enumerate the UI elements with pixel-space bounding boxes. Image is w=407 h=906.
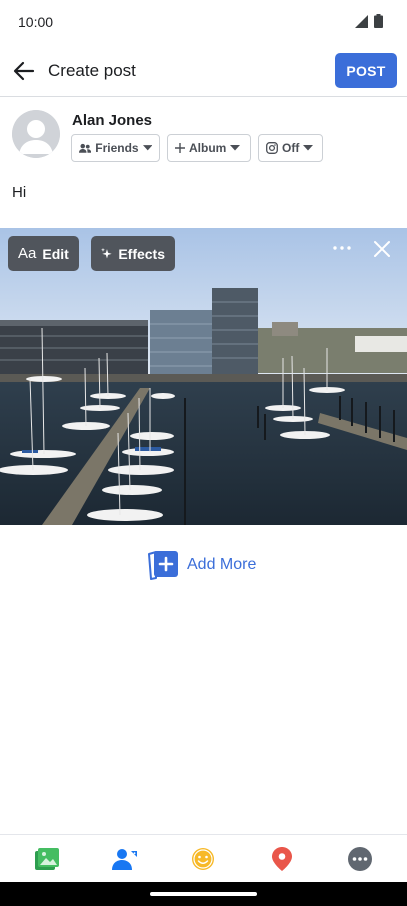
instagram-icon	[266, 142, 278, 154]
feeling-button[interactable]	[190, 846, 216, 872]
instagram-label: Off	[282, 141, 300, 155]
caret-down-icon	[142, 145, 152, 151]
add-media-icon	[148, 551, 178, 580]
page-title: Create post	[48, 61, 136, 80]
harbor-photo	[0, 228, 407, 525]
status-bar: 10:00	[0, 0, 407, 44]
more-options-icon[interactable]	[333, 246, 351, 250]
album-selector[interactable]: Album	[167, 134, 251, 162]
plus-icon	[175, 143, 185, 153]
home-gesture-handle[interactable]	[150, 892, 257, 896]
edit-label: Edit	[42, 245, 69, 262]
composer-action-bar	[0, 834, 407, 882]
status-time: 10:00	[18, 14, 54, 30]
audience-label: Friends	[95, 141, 139, 155]
instagram-share-toggle[interactable]: Off	[258, 134, 323, 162]
post-button[interactable]: POST	[335, 53, 397, 88]
battery-icon	[374, 14, 383, 28]
text-style-icon: Aa	[18, 245, 37, 262]
caret-down-icon	[230, 145, 241, 151]
photo-icon	[35, 848, 59, 870]
avatar[interactable]	[12, 110, 60, 158]
signal-icon	[355, 14, 368, 28]
album-label: Album	[189, 141, 227, 155]
check-in-button[interactable]	[269, 846, 295, 872]
caret-down-icon	[303, 145, 314, 151]
friends-icon	[79, 143, 92, 153]
author-name: Alan Jones	[72, 112, 153, 129]
feeling-icon	[192, 848, 214, 870]
remove-photo-icon[interactable]	[373, 240, 391, 258]
attached-photo[interactable]: Aa Edit Effects	[0, 228, 407, 525]
add-more-label: Add More	[187, 556, 257, 573]
add-more-button[interactable]: Add More	[146, 549, 256, 581]
audience-chips: Friends Album Off	[71, 134, 323, 162]
default-avatar-icon	[12, 110, 60, 158]
tag-people-icon	[112, 849, 137, 870]
post-text[interactable]: Hi	[12, 184, 26, 201]
effects-button[interactable]: Effects	[91, 236, 175, 271]
effects-label: Effects	[118, 245, 165, 262]
app-bar: Create post POST	[0, 44, 407, 97]
status-icons	[355, 14, 383, 28]
back-button[interactable]	[10, 57, 38, 85]
location-icon	[272, 847, 292, 871]
edit-photo-button[interactable]: Aa Edit	[8, 236, 79, 271]
tag-people-button[interactable]	[112, 846, 138, 872]
more-icon	[348, 847, 372, 871]
add-photo-button[interactable]	[34, 846, 60, 872]
author-row: Alan Jones Friends Album Off	[0, 97, 407, 169]
more-actions-button[interactable]	[347, 846, 373, 872]
system-nav-bar	[0, 882, 407, 906]
audience-selector[interactable]: Friends	[71, 134, 160, 162]
back-arrow-icon	[13, 61, 35, 81]
sparkle-icon	[101, 247, 112, 259]
